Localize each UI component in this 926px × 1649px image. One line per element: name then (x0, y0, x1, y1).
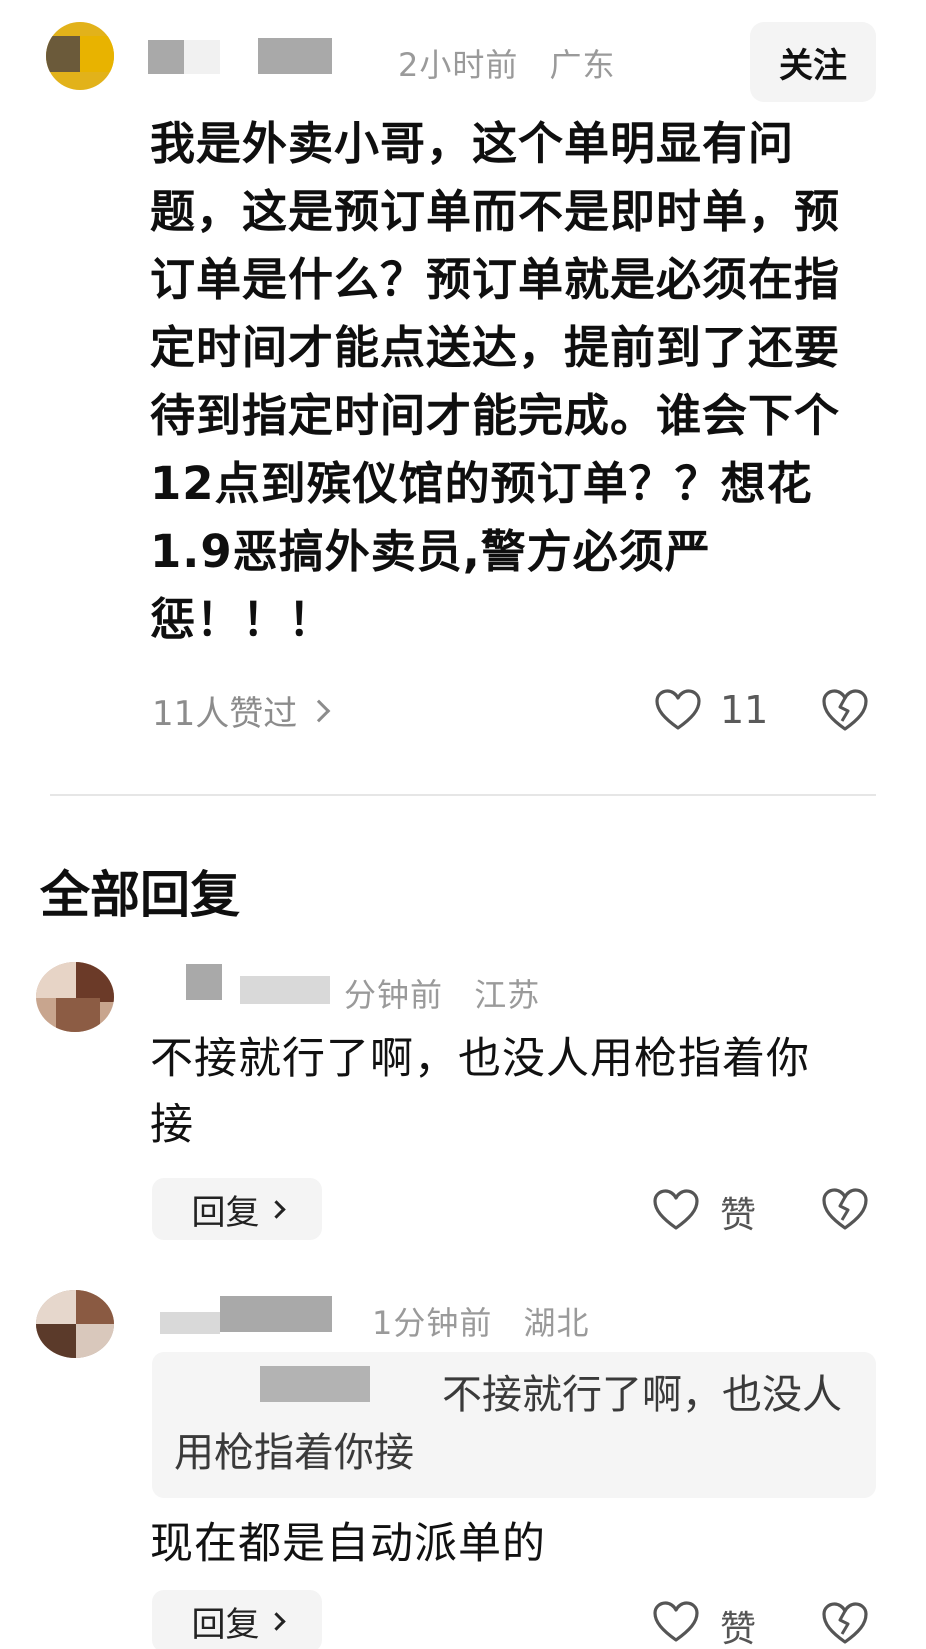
reply-meta: 1分钟前 湖北 (372, 1298, 610, 1344)
username-masked[interactable] (186, 964, 222, 1000)
reply-button-label: 回复 (191, 1604, 260, 1645)
reply-text: 不接就行了啊，也没人用枪指着你接 (150, 1034, 810, 1150)
reply-location: 江苏 (474, 976, 541, 1014)
reply-button-label: 回复 (191, 1192, 260, 1233)
heart-outline-icon[interactable] (652, 1600, 700, 1644)
comment-text: 我是外卖小哥，这个单明显有问题，这是预订单而不是即时单，预订单是什么？预订单就是… (150, 117, 841, 646)
divider (50, 794, 876, 796)
reply-meta: 分钟前 江苏 (344, 970, 560, 1016)
username-masked[interactable] (220, 1296, 332, 1332)
heart-outline-icon[interactable] (654, 688, 702, 732)
username-masked[interactable] (148, 40, 184, 74)
section-title: 全部回复 (40, 866, 240, 924)
heart-outline-icon[interactable] (652, 1188, 700, 1232)
reply-time: 1分钟前 (372, 1304, 493, 1342)
quoted-reply[interactable]: 不接就行了啊，也没人用枪指着你接 (152, 1352, 876, 1498)
likers-label: 11人赞过 (152, 694, 298, 734)
avatar[interactable] (46, 22, 114, 90)
reply-button[interactable]: 回复 (152, 1590, 322, 1649)
avatar[interactable] (36, 1290, 114, 1358)
reply-time: 分钟前 (344, 976, 444, 1014)
broken-heart-icon[interactable] (820, 1600, 870, 1646)
broken-heart-icon[interactable] (820, 687, 870, 733)
chevron-right-icon (307, 699, 331, 722)
comment-time: 2小时前 (398, 46, 519, 84)
username-masked (240, 976, 330, 1004)
chevron-right-icon (266, 1611, 286, 1631)
reply-location: 湖北 (523, 1304, 590, 1342)
quoted-text: 不接就行了啊，也没人用枪指着你接 (174, 1372, 842, 1476)
chevron-right-icon (266, 1199, 286, 1219)
reply-text: 现在都是自动派单的 (150, 1519, 546, 1569)
quoted-text-wrap: 不接就行了啊，也没人用枪指着你接 (174, 1366, 854, 1482)
like-label[interactable]: 赞 (720, 1186, 756, 1238)
username-masked (184, 40, 220, 74)
avatar[interactable] (36, 962, 114, 1032)
comment-location: 广东 (549, 46, 616, 84)
username-masked (160, 1312, 220, 1334)
follow-button[interactable]: 关注 (750, 22, 876, 102)
broken-heart-icon[interactable] (820, 1186, 870, 1232)
like-label[interactable]: 赞 (720, 1600, 756, 1649)
reply-button[interactable]: 回复 (152, 1178, 322, 1240)
username-masked (258, 38, 332, 74)
likers-link[interactable]: 11人赞过 (152, 686, 331, 735)
comment-meta: 2小时前 广东 (398, 40, 636, 86)
like-count: 11 (720, 688, 769, 732)
